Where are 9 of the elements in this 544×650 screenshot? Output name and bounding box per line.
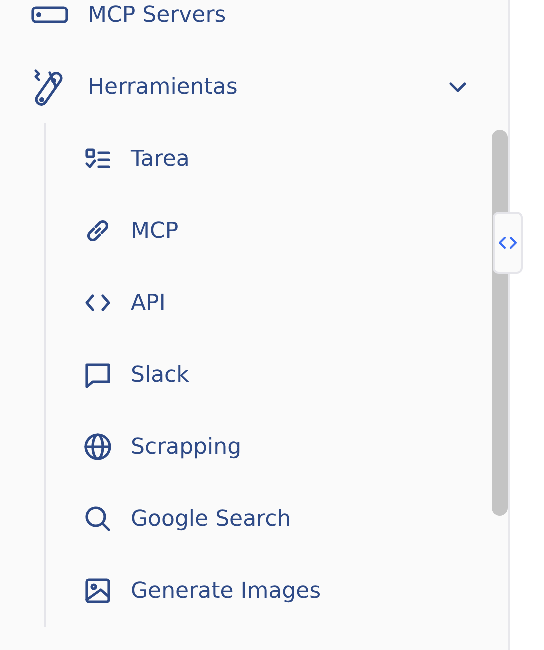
sidebar-item[interactable]: Slack xyxy=(0,339,400,411)
sidebar-item[interactable]: Herramientas xyxy=(0,51,470,123)
sidebar-item[interactable]: Tarea xyxy=(0,123,400,195)
sidebar-item[interactable]: Google Search xyxy=(0,483,400,555)
sidebar-item[interactable]: Generate Images xyxy=(0,555,400,627)
sidebar-item[interactable]: Scrapping xyxy=(0,411,400,483)
sidebar-item[interactable]: API xyxy=(0,267,400,339)
sidebar-item[interactable]: MCP xyxy=(0,195,400,267)
sidebar-item[interactable]: MCP Servers xyxy=(0,0,470,51)
